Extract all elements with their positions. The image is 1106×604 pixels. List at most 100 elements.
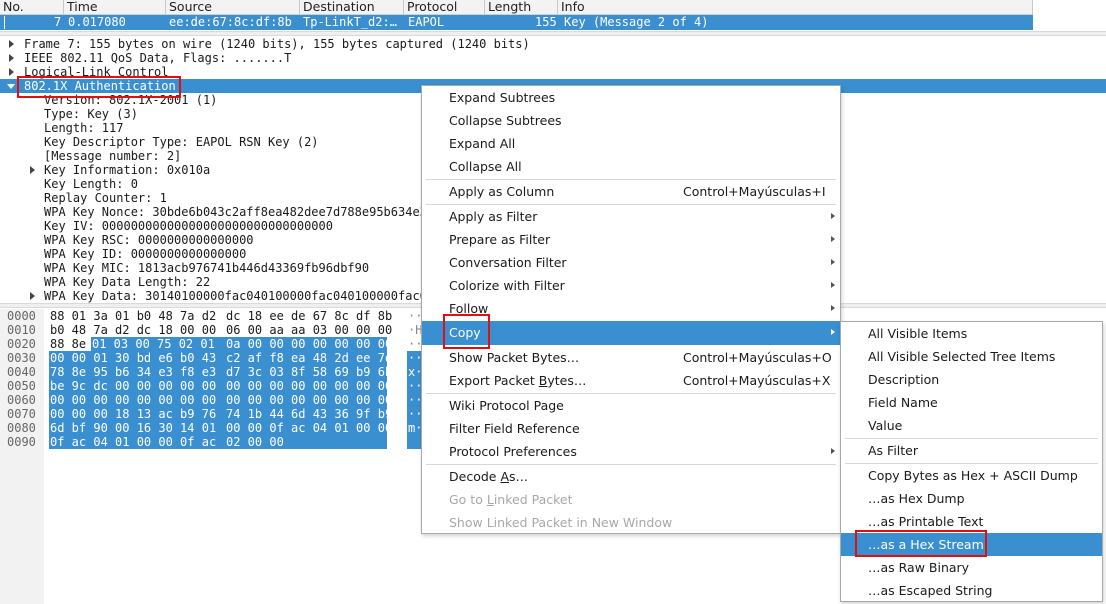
- mnemonic: A: [500, 469, 509, 484]
- submenu-item-as-printable-text[interactable]: …as Printable Text: [841, 510, 1102, 533]
- tree-item-8021x[interactable]: 802.1X Authentication: [24, 79, 176, 93]
- menu-item-follow[interactable]: Follow: [422, 297, 840, 320]
- menu-item-apply-as-column[interactable]: Apply as Column Control+Mayúsculas+I: [422, 180, 840, 203]
- hex-bytes-selected[interactable]: 0a 00 00 00 00 00 00 00: [226, 337, 392, 351]
- menu-item-collapse-subtrees[interactable]: Collapse Subtrees: [422, 109, 840, 132]
- expand-arrow-icon[interactable]: [9, 40, 14, 48]
- hex-bytes-selected[interactable]: 02 00 00: [226, 435, 284, 449]
- expand-arrow-icon[interactable]: [30, 166, 35, 174]
- menu-item-label: Show Packet Bytes…: [449, 350, 580, 365]
- hex-bytes-selected[interactable]: 00 00 00 00 00 00 00 00: [50, 393, 216, 407]
- submenu-item-as-escaped-string[interactable]: …as Escaped String: [841, 579, 1102, 602]
- menu-item-apply-as-filter[interactable]: Apply as Filter: [422, 205, 840, 228]
- mnemonic: L: [486, 492, 494, 507]
- tree-field-length[interactable]: Length: 117: [44, 121, 123, 135]
- hex-bytes-selected[interactable]: 6d bf 90 00 16 30 14 01: [50, 421, 216, 435]
- menu-item-label: Protocol Preferences: [449, 444, 577, 459]
- byte-offset: 0050: [7, 379, 36, 393]
- packet-list: No. Time Source Destination Protocol Len…: [0, 0, 1106, 34]
- hex-bytes[interactable]: 88 8e: [50, 337, 86, 351]
- hex-bytes[interactable]: 88 01 3a 01 b0 48 7a d2: [50, 309, 216, 323]
- tree-field-key-information[interactable]: Key Information: 0x010a: [44, 163, 210, 177]
- submenu-item-as-raw-binary[interactable]: …as Raw Binary: [841, 556, 1102, 579]
- column-header-info[interactable]: Info: [558, 0, 1033, 15]
- packet-list-header: No. Time Source Destination Protocol Len…: [0, 0, 1033, 15]
- hex-bytes[interactable]: dc 18 ee de 67 8c df 8b: [226, 309, 392, 323]
- menu-shortcut: Control+Mayúsculas+I: [683, 184, 826, 199]
- hex-bytes-selected[interactable]: d7 3c 03 8f 58 69 b9 6b: [226, 365, 392, 379]
- menu-item-colorize-with-filter[interactable]: Colorize with Filter: [422, 274, 840, 297]
- column-header-length[interactable]: Length: [485, 0, 558, 15]
- tree-field-key-data[interactable]: WPA Key Data: 30140100000fac040100000fac…: [44, 289, 427, 303]
- menu-item-prepare-as-filter[interactable]: Prepare as Filter: [422, 228, 840, 251]
- hex-bytes-selected[interactable]: c2 af f8 ea 48 2d ee 7d: [226, 351, 392, 365]
- menu-item-label: Filter Field Reference: [449, 421, 580, 436]
- pane-splitter-top[interactable]: [0, 31, 1106, 36]
- tree-field-descriptor-type[interactable]: Key Descriptor Type: EAPOL RSN Key (2): [44, 135, 319, 149]
- submenu-item-value[interactable]: Value: [841, 414, 1102, 437]
- submenu-item-all-visible-items[interactable]: All Visible Items: [841, 322, 1102, 345]
- menu-item-export-packet-bytes[interactable]: Export Packet Bytes… Control+Mayúsculas+…: [422, 369, 840, 392]
- packet-no: 7: [54, 15, 62, 29]
- menu-item-filter-field-reference[interactable]: Filter Field Reference: [422, 417, 840, 440]
- menu-item-decode-as[interactable]: Decode As…: [422, 465, 840, 488]
- menu-item-label: Collapse All: [449, 159, 522, 174]
- submenu-item-description[interactable]: Description: [841, 368, 1102, 391]
- tree-field-type[interactable]: Type: Key (3): [44, 107, 138, 121]
- packet-row-selected[interactable]: 7 0.017080 ee:de:67:8c:df:8b Tp-LinkT_d2…: [0, 15, 1033, 30]
- expand-arrow-icon[interactable]: [9, 68, 14, 76]
- hex-bytes-selected[interactable]: 00 00 00 18 13 ac b9 76: [50, 407, 216, 421]
- tree-item-llc[interactable]: Logical-Link Control: [24, 65, 169, 79]
- submenu-item-copy-bytes-hex-ascii[interactable]: Copy Bytes as Hex + ASCII Dump: [841, 464, 1102, 487]
- menu-item-show-packet-bytes[interactable]: Show Packet Bytes… Control+Mayúsculas+O: [422, 346, 840, 369]
- submenu-item-field-name[interactable]: Field Name: [841, 391, 1102, 414]
- expand-arrow-icon[interactable]: [9, 54, 14, 62]
- hex-bytes-selected[interactable]: 74 1b 44 6d 43 36 9f b9: [226, 407, 392, 421]
- tree-item-frame[interactable]: Frame 7: 155 bytes on wire (1240 bits), …: [24, 37, 530, 51]
- tree-field-key-length[interactable]: Key Length: 0: [44, 177, 138, 191]
- hex-bytes-selected[interactable]: 00 00 0f ac 04 01 00 00: [226, 421, 392, 435]
- menu-item-expand-all[interactable]: Expand All: [422, 132, 840, 155]
- menu-item-protocol-preferences[interactable]: Protocol Preferences: [422, 440, 840, 463]
- expand-arrow-icon[interactable]: [30, 292, 35, 300]
- hex-bytes-selected[interactable]: 01 03 00 75 02 01: [92, 337, 215, 351]
- submenu-item-as-hex-dump[interactable]: …as Hex Dump: [841, 487, 1102, 510]
- menu-item-copy[interactable]: Copy: [422, 321, 840, 345]
- menu-item-conversation-filter[interactable]: Conversation Filter: [422, 251, 840, 274]
- packet-source: ee:de:67:8c:df:8b: [169, 15, 292, 29]
- submenu-item-all-visible-selected-tree-items[interactable]: All Visible Selected Tree Items: [841, 345, 1102, 368]
- column-header-time[interactable]: Time: [64, 0, 166, 15]
- tree-field-key-nonce[interactable]: WPA Key Nonce: 30bde6b043c2aff8ea482dee7…: [44, 205, 427, 219]
- menu-item-collapse-all[interactable]: Collapse All: [422, 155, 840, 178]
- collapse-arrow-icon[interactable]: [7, 84, 15, 89]
- tree-field-key-mic[interactable]: WPA Key MIC: 1813acb976741b446d43369fb96…: [44, 261, 369, 275]
- label-part: inked Packet: [493, 492, 573, 507]
- menu-item-label: Conversation Filter: [449, 255, 567, 270]
- tree-field-key-iv[interactable]: Key IV: 00000000000000000000000000000000: [44, 219, 333, 233]
- column-header-source[interactable]: Source: [166, 0, 300, 15]
- column-header-protocol[interactable]: Protocol: [404, 0, 485, 15]
- tree-field-key-id[interactable]: WPA Key ID: 0000000000000000: [44, 247, 246, 261]
- submenu-item-as-filter[interactable]: As Filter: [841, 439, 1102, 462]
- byte-offset: 0060: [7, 393, 36, 407]
- submenu-item-as-hex-stream[interactable]: …as a Hex Stream: [841, 533, 1102, 556]
- menu-item-expand-subtrees[interactable]: Expand Subtrees: [422, 86, 840, 109]
- tree-field-message-number[interactable]: [Message number: 2]: [44, 149, 181, 163]
- hex-bytes[interactable]: b0 48 7a d2 dc 18 00 00: [50, 323, 216, 337]
- hex-bytes-selected[interactable]: 78 8e 95 b6 34 e3 f8 e3: [50, 365, 216, 379]
- tree-field-key-data-length[interactable]: WPA Key Data Length: 22: [44, 275, 210, 289]
- hex-bytes-selected[interactable]: 00 00 00 00 00 00 00 00: [226, 379, 392, 393]
- tree-field-replay-counter[interactable]: Replay Counter: 1: [44, 191, 167, 205]
- hex-bytes-selected[interactable]: 00 00 01 30 bd e6 b0 43: [50, 351, 216, 365]
- hex-bytes-selected[interactable]: be 9c dc 00 00 00 00 00: [50, 379, 216, 393]
- hex-bytes[interactable]: 06 00 aa aa 03 00 00 00: [226, 323, 392, 337]
- tree-item-ieee80211[interactable]: IEEE 802.11 QoS Data, Flags: .......T: [24, 51, 291, 65]
- menu-item-label: Show Linked Packet in New Window: [449, 515, 673, 530]
- tree-field-version[interactable]: Version: 802.1X-2001 (1): [44, 93, 217, 107]
- hex-bytes-selected[interactable]: 0f ac 04 01 00 00 0f ac: [50, 435, 216, 449]
- tree-field-key-rsc[interactable]: WPA Key RSC: 0000000000000000: [44, 233, 254, 247]
- menu-item-wiki-protocol-page[interactable]: Wiki Protocol Page: [422, 394, 840, 417]
- hex-bytes-selected[interactable]: 00 00 00 00 00 00 00 00: [226, 393, 392, 407]
- column-header-no[interactable]: No.: [0, 0, 64, 15]
- column-header-destination[interactable]: Destination: [300, 0, 404, 15]
